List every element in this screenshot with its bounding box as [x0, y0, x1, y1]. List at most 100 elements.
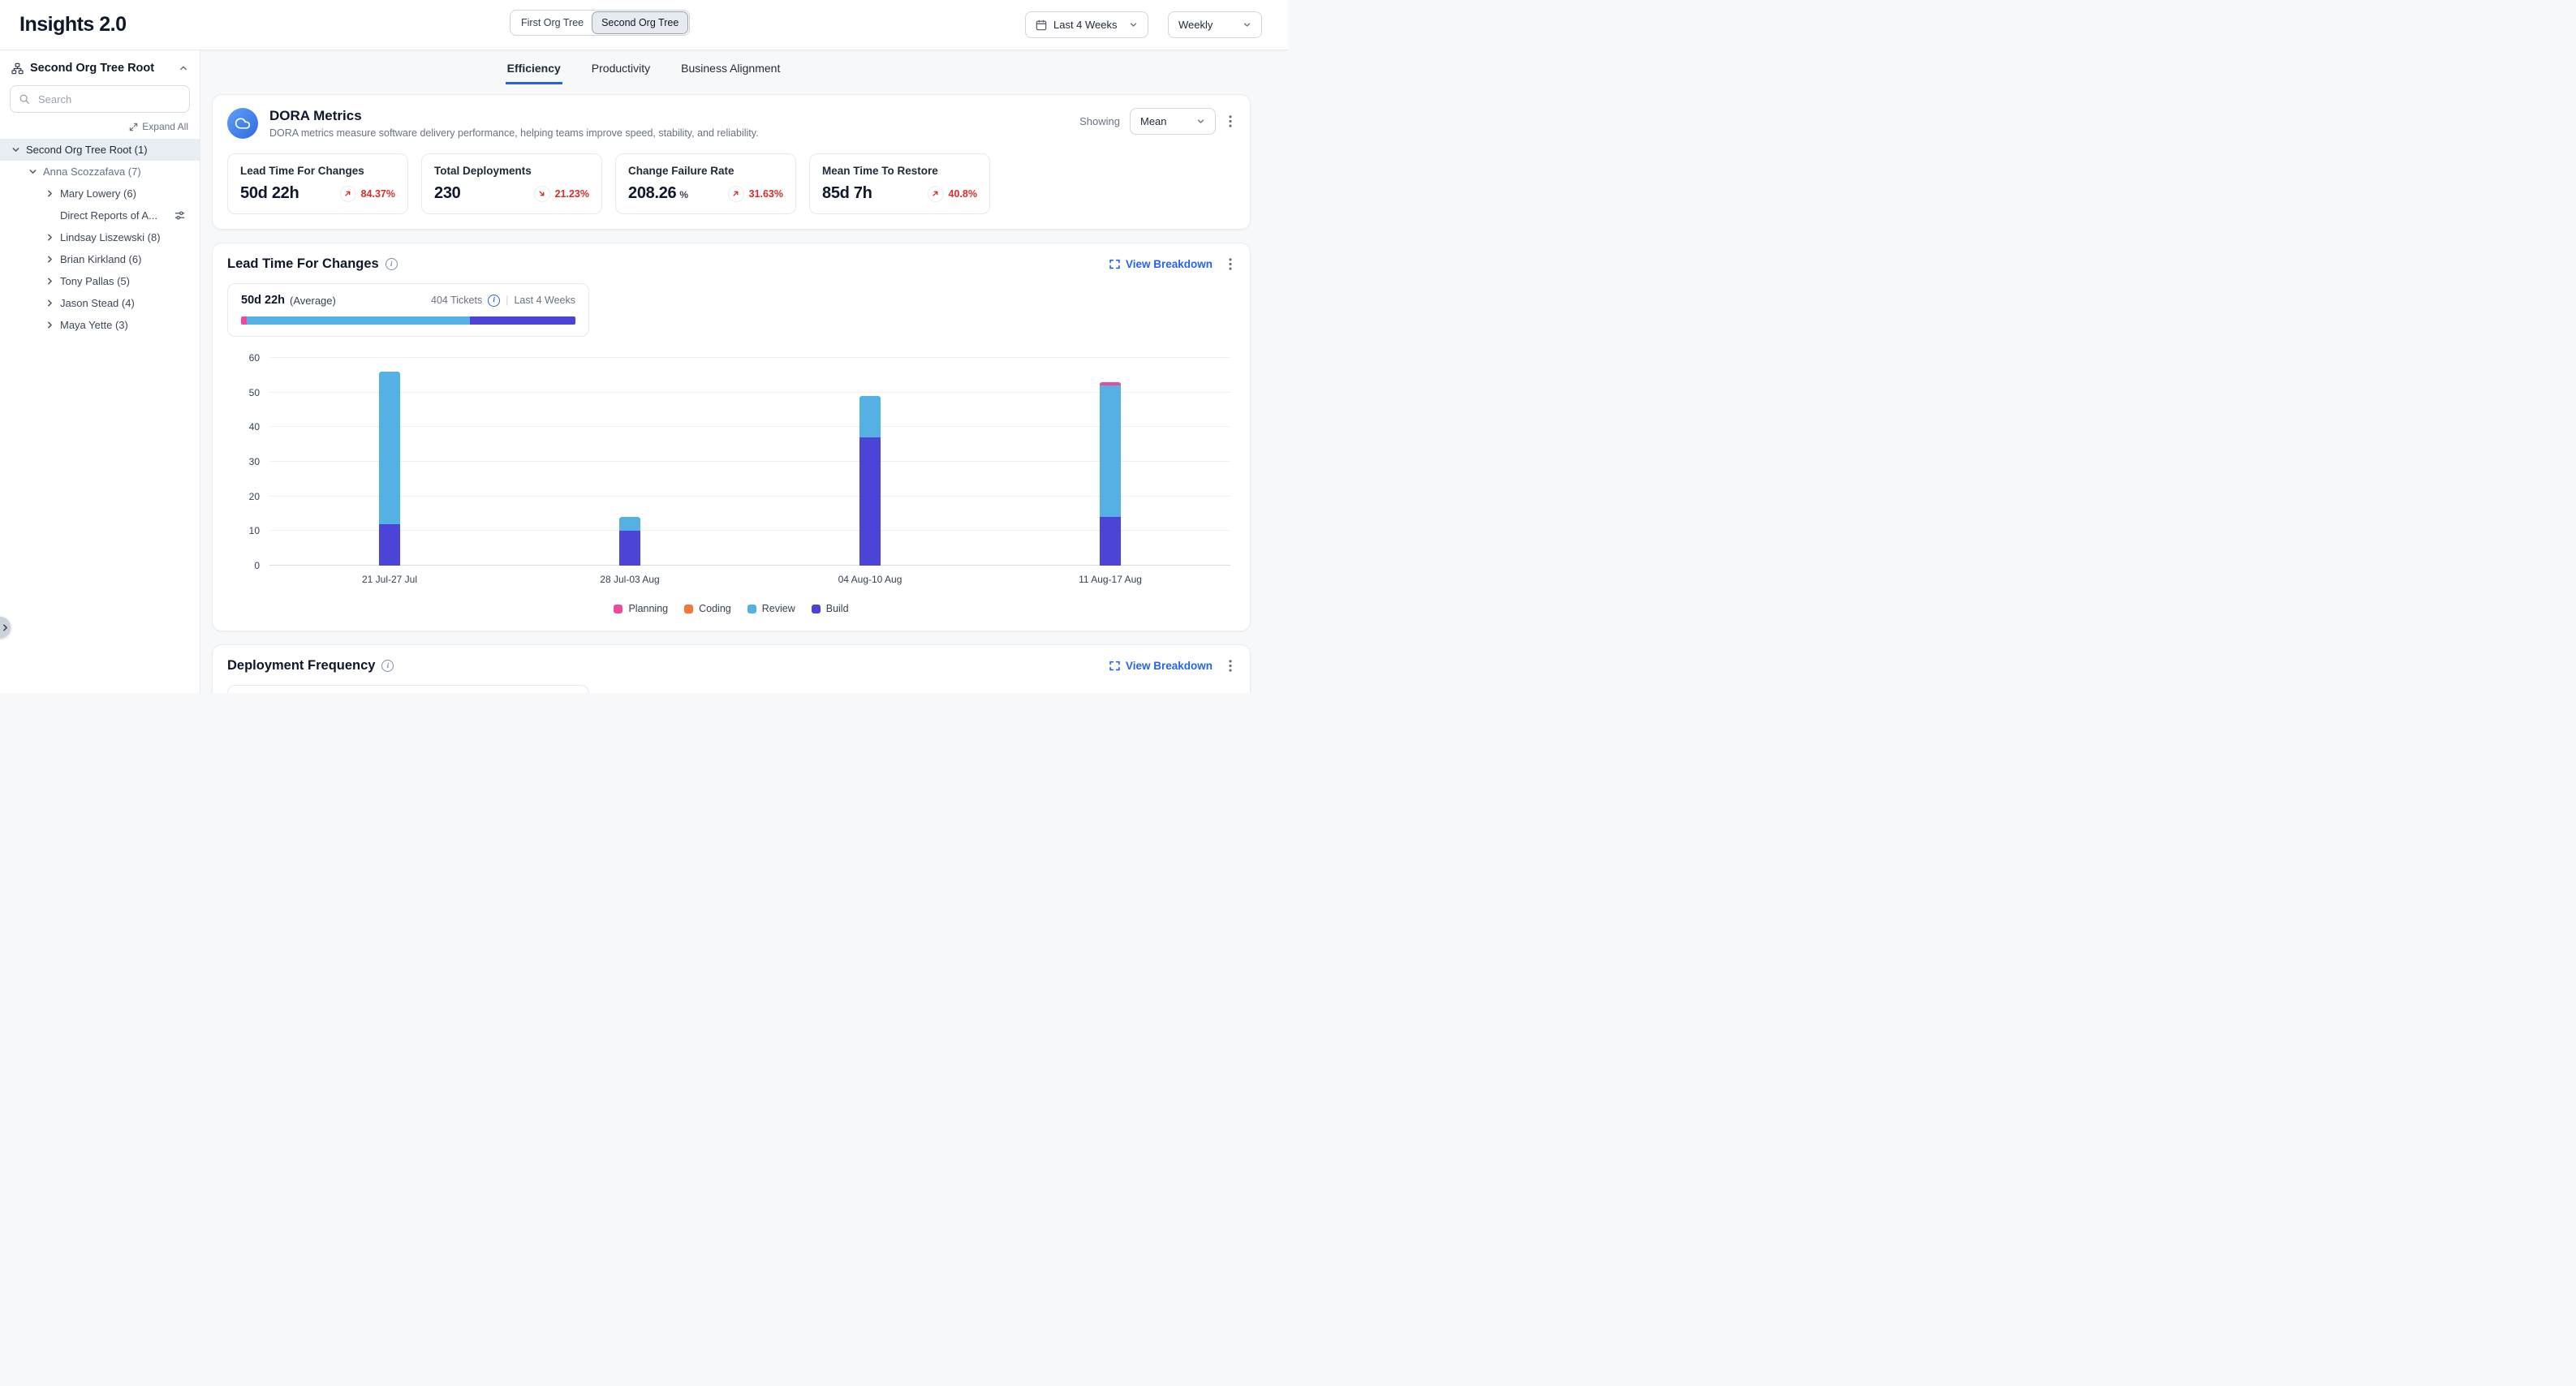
kebab-menu-icon[interactable]	[1226, 256, 1235, 272]
chart-x-axis: 21 Jul-27 Jul28 Jul-03 Aug04 Aug-10 Aug1…	[269, 574, 1230, 585]
summary-meta: 404 Tickets i | Last 4 Weeks	[431, 295, 575, 307]
trend-up-icon	[340, 186, 356, 202]
legend-swatch	[747, 605, 756, 613]
trend-up-icon	[928, 186, 944, 202]
tree-item[interactable]: Jason Stead (4)	[0, 292, 200, 314]
legend-item: Coding	[684, 603, 731, 614]
metric-value-row: 230 21.23%	[434, 184, 589, 203]
chevron-right-icon[interactable]	[44, 189, 55, 198]
calendar-icon	[1036, 19, 1047, 31]
chart-bar[interactable]	[379, 372, 400, 566]
search-box[interactable]	[10, 85, 190, 113]
legend-item: Planning	[614, 603, 668, 614]
tab-productivity[interactable]: Productivity	[590, 62, 652, 84]
legend-label: Review	[762, 603, 795, 614]
tree-item-label: Direct Reports of A...	[60, 209, 157, 222]
tree-item[interactable]: Maya Yette (3)	[0, 314, 200, 336]
tree-item-label: Anna Scozzafava (7)	[43, 166, 141, 178]
chevron-down-icon	[1196, 117, 1205, 126]
dora-header: DORA Metrics DORA metrics measure softwa…	[227, 108, 1235, 139]
summary-top: 50d 22h (Average) 404 Tickets i | Last 4…	[241, 294, 575, 307]
kebab-menu-icon[interactable]	[1226, 114, 1235, 129]
x-tick-label: 11 Aug-17 Aug	[990, 574, 1230, 585]
tree-item[interactable]: Brian Kirkland (6)	[0, 248, 200, 270]
info-icon[interactable]: i	[386, 258, 398, 270]
deployment-summary-partial	[227, 685, 589, 693]
period-select[interactable]: Last 4 Weeks	[1025, 11, 1148, 38]
tab-business-alignment[interactable]: Business Alignment	[679, 62, 782, 84]
bar-segment-review	[619, 517, 640, 531]
chevron-right-icon[interactable]	[44, 233, 55, 242]
chevron-right-icon[interactable]	[44, 321, 55, 329]
tree-item-label: Brian Kirkland (6)	[60, 253, 141, 265]
x-tick-label: 28 Jul-03 Aug	[510, 574, 750, 585]
tree-item[interactable]: Tony Pallas (5)	[0, 270, 200, 292]
chevron-down-icon[interactable]	[27, 167, 38, 176]
chevron-right-icon[interactable]	[44, 255, 55, 264]
sidebar-collapse-handle[interactable]	[0, 617, 11, 638]
chevron-up-icon[interactable]	[179, 63, 188, 73]
summary-value: 50d 22h	[241, 294, 285, 307]
filter-sliders-icon[interactable]	[174, 210, 185, 221]
expand-all-icon	[129, 123, 138, 131]
summary-period: Last 4 Weeks	[514, 295, 575, 306]
chevron-right-icon[interactable]	[44, 299, 55, 308]
y-tick-label: 10	[249, 525, 260, 536]
metric-value: 230	[434, 184, 460, 203]
app-title: Insights 2.0	[19, 13, 127, 37]
chevron-down-icon[interactable]	[10, 145, 21, 154]
bar-segment-build	[859, 437, 881, 566]
metric-value: 208.26%	[628, 184, 688, 203]
tree-item-label: Mary Lowery (6)	[60, 187, 136, 200]
header-controls: Last 4 Weeks Weekly	[1025, 11, 1269, 38]
x-tick-label: 04 Aug-10 Aug	[750, 574, 990, 585]
top-header: Insights 2.0 First Org Tree Second Org T…	[0, 0, 1288, 50]
metric-card: Change Failure Rate208.26%31.63%	[615, 153, 796, 214]
dora-title: DORA Metrics	[269, 108, 759, 124]
metric-delta-value: 84.37%	[361, 188, 395, 200]
tree-item[interactable]: Mary Lowery (6)	[0, 183, 200, 204]
tree-item[interactable]: Second Org Tree Root (1)	[0, 139, 200, 161]
granularity-select-value: Weekly	[1178, 19, 1213, 31]
info-icon[interactable]: i	[488, 295, 500, 307]
expand-all-label: Expand All	[142, 121, 188, 132]
chart-bar[interactable]	[1100, 382, 1121, 566]
metric-card: Mean Time To Restore85d 7h40.8%	[809, 153, 990, 214]
search-icon	[19, 93, 30, 105]
metric-value-row: 50d 22h84.37%	[240, 184, 395, 203]
y-tick-label: 50	[249, 387, 260, 398]
first-org-tree-button[interactable]: First Org Tree	[512, 12, 592, 33]
tab-efficiency[interactable]: Efficiency	[506, 62, 562, 84]
view-breakdown-link[interactable]: View Breakdown	[1109, 660, 1213, 672]
lead-time-header-actions: View Breakdown	[1109, 256, 1235, 272]
chart-bar-slot	[750, 358, 990, 566]
lead-time-chart: 0102030405060 21 Jul-27 Jul28 Jul-03 Aug…	[227, 358, 1235, 614]
dora-cloud-icon	[227, 108, 258, 139]
chart-bar[interactable]	[619, 517, 640, 566]
legend-item: Build	[812, 603, 849, 614]
tree-item[interactable]: Direct Reports of A...	[0, 204, 200, 226]
y-tick-label: 60	[249, 352, 260, 364]
metric-card-title: Total Deployments	[434, 165, 589, 177]
tree-item[interactable]: Anna Scozzafava (7)	[0, 161, 200, 183]
showing-select-value: Mean	[1140, 115, 1167, 127]
second-org-tree-button[interactable]: Second Org Tree	[592, 12, 687, 33]
tree-item-label: Jason Stead (4)	[60, 297, 135, 309]
summary-divider: |	[506, 295, 508, 306]
chevron-down-icon	[1129, 20, 1138, 29]
tree-item[interactable]: Lindsay Liszewski (8)	[0, 226, 200, 248]
expand-all-button[interactable]: Expand All	[0, 116, 200, 139]
showing-select[interactable]: Mean	[1130, 108, 1216, 135]
kebab-menu-icon[interactable]	[1226, 658, 1235, 674]
metric-delta-value: 21.23%	[555, 188, 589, 200]
view-breakdown-link[interactable]: View Breakdown	[1109, 258, 1213, 270]
chevron-right-icon[interactable]	[44, 277, 55, 286]
chart-bar[interactable]	[859, 396, 881, 566]
search-input[interactable]	[37, 93, 183, 106]
tree-item-label: Tony Pallas (5)	[60, 275, 130, 287]
info-icon[interactable]: i	[381, 660, 394, 672]
granularity-select[interactable]: Weekly	[1168, 11, 1262, 38]
chart-bar-slot	[990, 358, 1230, 566]
trend-up-icon	[728, 186, 744, 202]
legend-item: Review	[747, 603, 795, 614]
